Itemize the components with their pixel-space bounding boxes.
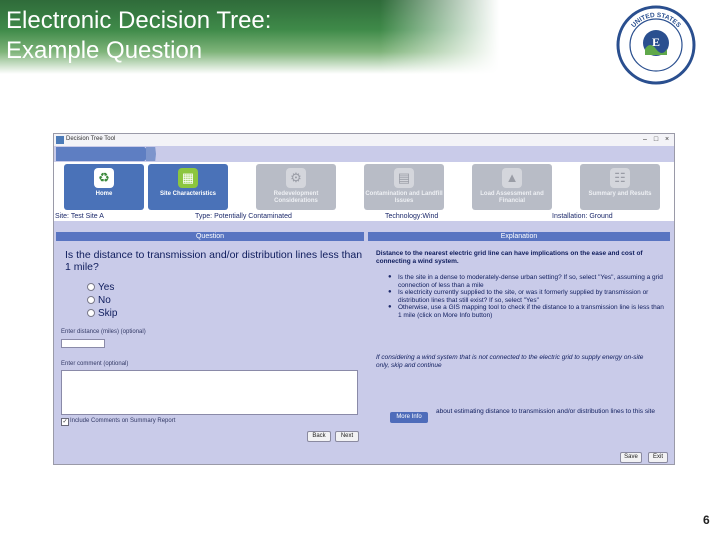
question-text: Is the distance to transmission and/or d… (65, 249, 363, 273)
option-no-label: No (98, 295, 111, 306)
nav-tile-summary[interactable]: ☷ Summary and Results (580, 164, 660, 210)
comment-textarea[interactable] (61, 370, 358, 415)
document-icon: ▤ (394, 168, 414, 188)
app-icon (56, 136, 64, 144)
page-number: 6 (703, 513, 710, 527)
radio-skip[interactable] (87, 309, 95, 318)
distance-input[interactable] (61, 339, 105, 348)
nav-tile-home[interactable]: ♻ Home (64, 164, 144, 210)
next-button[interactable]: Next (335, 431, 359, 442)
clipboard-icon: ☷ (610, 168, 630, 188)
option-yes-label: Yes (98, 282, 115, 293)
explanation-bullet: Is the site in a dense to moderately-den… (388, 274, 666, 289)
chart-icon: ▲ (502, 168, 522, 188)
site-type: Type: Potentially Contaminated (195, 213, 292, 220)
window-title: Decision Tree Tool (66, 136, 116, 142)
recycle-icon: ♻ (94, 168, 114, 188)
explanation-note: If considering a wind system that is not… (376, 354, 644, 369)
minimize-icon[interactable]: – (640, 135, 650, 144)
site-name: Site: Test Site A (55, 213, 104, 220)
slide-title-line2: Example Question (6, 37, 203, 64)
explanation-bullets: Is the site in a dense to moderately-den… (388, 274, 666, 319)
slide-title: Electronic Decision Tree: Example Questi… (6, 6, 271, 66)
slide-title-line1: Electronic Decision Tree: (6, 7, 272, 34)
option-skip[interactable]: Skip (87, 308, 117, 320)
breadcrumb-home[interactable] (56, 147, 152, 161)
save-button[interactable]: Save (620, 452, 642, 463)
radio-yes[interactable] (87, 283, 95, 292)
option-yes[interactable]: Yes (87, 282, 114, 294)
site-info-bar: Site: Test Site A Type: Potentially Cont… (54, 212, 674, 221)
nav-tile-load-assessment[interactable]: ▲ Load Assessment and Financial (472, 164, 552, 210)
explanation-intro: Distance to the nearest electric grid li… (376, 250, 643, 265)
decision-tree-app-window: Decision Tree Tool – □ × ♻ Home ▦ Site C… (53, 133, 675, 465)
nav-tile-redevelopment[interactable]: ⚙ Redevelopment Considerations (256, 164, 336, 210)
site-installation: Installation: Ground (552, 213, 613, 220)
distance-label: Enter distance (miles) (optional) (61, 329, 146, 335)
option-no[interactable]: No (87, 295, 111, 307)
exit-button[interactable]: Exit (648, 452, 668, 463)
hardhat-icon: ⚙ (286, 168, 306, 188)
radio-no[interactable] (87, 296, 95, 305)
more-info-description: about estimating distance to transmissio… (436, 408, 655, 415)
building-icon: ▦ (178, 168, 198, 188)
include-comments-checkbox[interactable]: ✓ (61, 418, 69, 426)
question-panel-header: Question (56, 232, 364, 241)
nav-tile-contamination[interactable]: ▤ Contamination and Landfill Issues (364, 164, 444, 210)
option-skip-label: Skip (98, 308, 118, 319)
more-info-button[interactable]: More Info (390, 412, 428, 423)
maximize-icon[interactable]: □ (651, 135, 661, 144)
comment-label: Enter comment (optional) (61, 361, 129, 367)
nav-tile-home-label: Home (95, 191, 113, 197)
epa-seal-logo: UNITED STATES E (616, 5, 696, 85)
nav-tile-redevelopment-label: Redevelopment Considerations (273, 191, 319, 204)
breadcrumb-site-characteristics[interactable] (146, 147, 156, 161)
back-button[interactable]: Back (307, 431, 331, 442)
seal-letter: E (652, 35, 660, 49)
window-titlebar: Decision Tree Tool – □ × (54, 134, 674, 146)
nav-tile-load-assessment-label: Load Assessment and Financial (480, 191, 544, 204)
explanation-bullet: Is electricity currently supplied to the… (388, 289, 666, 304)
nav-tile-contamination-label: Contamination and Landfill Issues (365, 191, 443, 204)
nav-bar: ♻ Home ▦ Site Characteristics ⚙ Redevelo… (54, 162, 674, 212)
site-technology: Technology:Wind (385, 213, 439, 220)
explanation-panel-header: Explanation (368, 232, 670, 241)
nav-tile-site-characteristics-label: Site Characteristics (159, 191, 217, 197)
nav-tile-summary-label: Summary and Results (588, 191, 652, 197)
nav-tile-site-characteristics[interactable]: ▦ Site Characteristics (148, 164, 228, 210)
explanation-bullet: Otherwise, use a GIS mapping tool to che… (388, 304, 666, 319)
include-comments-label: Include Comments on Summary Report (70, 418, 176, 424)
close-icon[interactable]: × (662, 135, 672, 144)
